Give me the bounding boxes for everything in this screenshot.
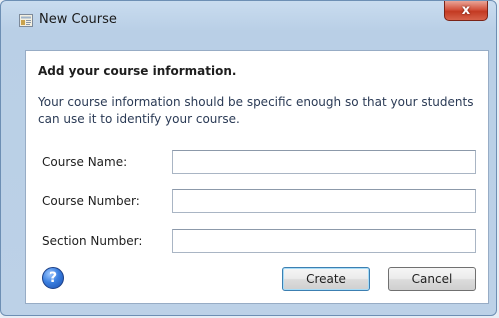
help-icon: ? bbox=[48, 270, 58, 286]
cancel-button-label: Cancel bbox=[411, 272, 453, 286]
cancel-button[interactable]: Cancel bbox=[388, 267, 476, 291]
course-name-label: Course Name: bbox=[42, 155, 128, 169]
course-number-label: Course Number: bbox=[42, 194, 140, 208]
course-name-input[interactable] bbox=[172, 150, 476, 174]
dialog-content: Add your course information. Your course… bbox=[25, 50, 489, 304]
section-number-input[interactable] bbox=[172, 229, 476, 253]
course-app-icon bbox=[19, 14, 33, 27]
dialog-window: New Course x Add your course information… bbox=[0, 0, 497, 316]
create-button[interactable]: Create bbox=[282, 267, 370, 291]
help-button[interactable]: ? bbox=[42, 267, 64, 289]
close-button[interactable]: x bbox=[444, 1, 488, 21]
create-button-label: Create bbox=[306, 272, 346, 286]
close-icon: x bbox=[461, 3, 471, 18]
course-number-input[interactable] bbox=[172, 189, 476, 213]
window-title: New Course bbox=[39, 12, 117, 27]
dialog-description: Your course information should be specif… bbox=[38, 95, 474, 126]
title-bar[interactable]: New Course x bbox=[1, 1, 496, 37]
dialog-heading: Add your course information. bbox=[38, 64, 237, 78]
section-number-label: Section Number: bbox=[42, 234, 143, 248]
